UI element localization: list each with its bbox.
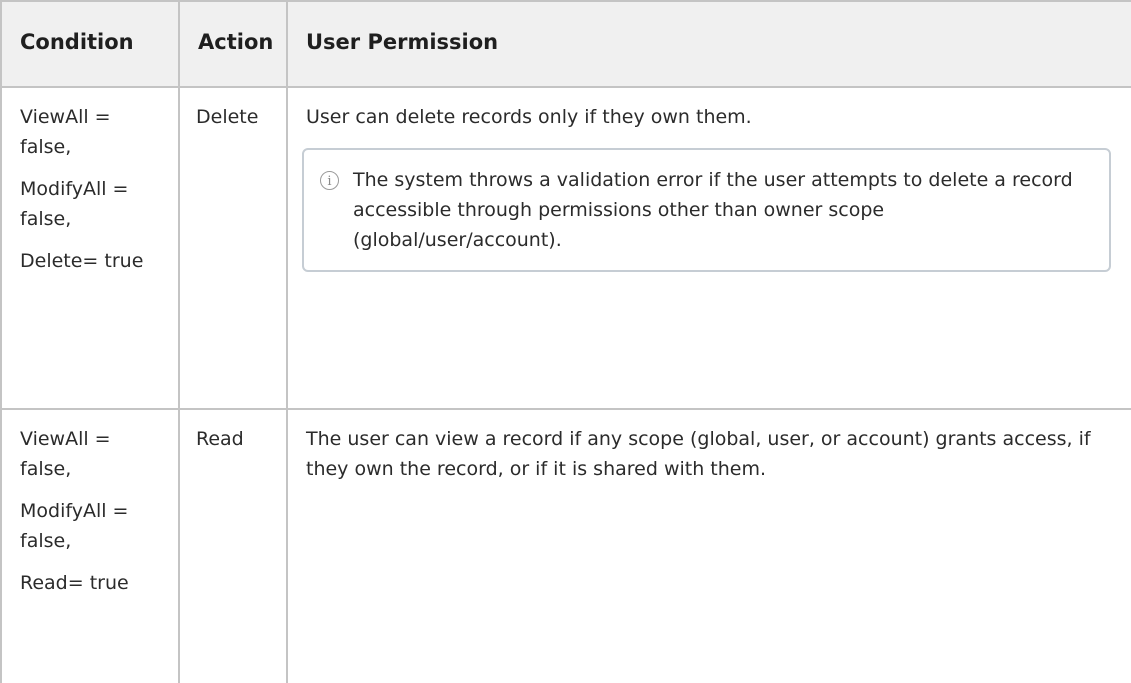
condition-line: ModifyAll = false, bbox=[20, 178, 129, 230]
condition-cell: ViewAll = false, ModifyAll = false, Dele… bbox=[0, 86, 180, 410]
action-cell: Delete bbox=[178, 86, 288, 410]
condition-line: Read= true bbox=[20, 572, 129, 594]
condition-line: ViewAll = false, bbox=[20, 106, 111, 158]
table-header-row: Condition Action User Permission bbox=[0, 0, 1131, 88]
header-user-permission: User Permission bbox=[286, 0, 1131, 88]
condition-line: ModifyAll = false, bbox=[20, 500, 129, 552]
condition-line: Delete= true bbox=[20, 250, 144, 272]
permission-cell: User can delete records only if they own… bbox=[286, 86, 1131, 410]
permissions-table-container: Condition Action User Permission ViewAll… bbox=[0, 0, 1131, 683]
table-row: ViewAll = false, ModifyAll = false, Read… bbox=[0, 408, 1131, 683]
condition-cell: ViewAll = false, ModifyAll = false, Read… bbox=[0, 408, 180, 683]
permission-text: User can delete records only if they own… bbox=[306, 106, 752, 128]
info-note-text: The system throws a validation error if … bbox=[353, 169, 1073, 251]
condition-line: ViewAll = false, bbox=[20, 428, 111, 480]
action-cell: Read bbox=[178, 408, 288, 683]
info-note: i The system throws a validation error i… bbox=[302, 148, 1111, 272]
permission-text: The user can view a record if any scope … bbox=[306, 428, 1091, 480]
header-condition: Condition bbox=[0, 0, 180, 88]
header-action: Action bbox=[178, 0, 288, 88]
permission-cell: The user can view a record if any scope … bbox=[286, 408, 1131, 683]
permissions-table: Condition Action User Permission ViewAll… bbox=[0, 0, 1131, 683]
info-icon: i bbox=[320, 171, 339, 190]
table-row: ViewAll = false, ModifyAll = false, Dele… bbox=[0, 86, 1131, 410]
